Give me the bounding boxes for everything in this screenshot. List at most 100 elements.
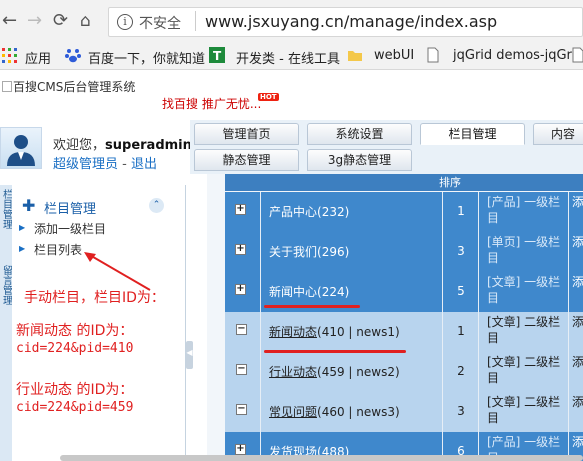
page-icon xyxy=(570,47,583,63)
column-name-link[interactable]: 新闻动态 xyxy=(269,325,317,339)
column-id: (224) xyxy=(317,285,350,299)
column-id: (459 | news2) xyxy=(317,365,400,379)
add-sub-link[interactable]: 添 xyxy=(572,194,583,210)
bookmark-dev-tools[interactable]: 开发类 - 在线工具 xyxy=(236,48,340,67)
type-cell: [文章] 二级栏目 xyxy=(479,352,569,392)
expand-cell: − xyxy=(225,312,261,352)
folder-icon xyxy=(347,47,363,63)
column-name-link[interactable]: 产品中心 xyxy=(269,205,317,219)
url-text[interactable]: www.jsxuyang.cn/manage/index.asp xyxy=(205,12,497,31)
add-sub-link[interactable]: 添 xyxy=(572,354,583,370)
plus-icon: ✚ xyxy=(22,196,36,215)
tab-settings[interactable]: 系统设置 xyxy=(307,123,412,145)
hot-badge: HOT xyxy=(258,93,279,101)
expand-cell: − xyxy=(225,352,261,392)
tool-site-icon: T xyxy=(209,47,225,63)
back-icon[interactable]: ← xyxy=(2,11,17,31)
bookmark-jqgrid[interactable]: jqGrid demos-jqGr xyxy=(453,48,572,63)
action-cell: 添 xyxy=(569,392,583,432)
collapse-icon[interactable]: ⌃ xyxy=(149,198,164,213)
expand-icon[interactable]: + xyxy=(235,444,246,455)
menu-add-column[interactable]: 添加一级栏目 xyxy=(34,220,106,237)
bookmark-baidu[interactable]: 百度一下，你就知道 xyxy=(88,48,205,67)
sort-cell: 5 xyxy=(443,272,479,312)
name-cell: 常见问题(460 | news3) xyxy=(261,392,443,432)
name-cell: 关于我们(296) xyxy=(261,232,443,272)
horizontal-scrollbar[interactable] xyxy=(60,455,583,461)
add-sub-link[interactable]: 添 xyxy=(572,314,583,330)
action-cell: 添 xyxy=(569,192,583,232)
home-icon[interactable]: ⌂ xyxy=(80,11,91,31)
vtab-messages[interactable]: 留言管理 xyxy=(0,265,12,308)
sort-cell: 3 xyxy=(443,232,479,272)
expand-icon[interactable]: + xyxy=(235,244,246,255)
column-name-link[interactable]: 新闻中心 xyxy=(269,285,317,299)
bookmarks-bar: 应用 百度一下，你就知道 T 开发类 - 在线工具 webUI jqGrid d… xyxy=(0,42,583,70)
tab-static[interactable]: 静态管理 xyxy=(194,149,299,171)
column-id: (410 | news1) xyxy=(317,325,400,339)
expand-icon[interactable]: + xyxy=(235,204,246,215)
table-row: − 新闻动态(410 | news1) 1 [文章] 二级栏目添 xyxy=(225,312,583,352)
column-type: [文章] 一级栏目 xyxy=(487,275,561,305)
action-cell: 添 xyxy=(569,352,583,392)
reload-icon[interactable]: ⟳ xyxy=(53,11,68,31)
add-sub-link[interactable]: 添 xyxy=(572,274,583,290)
column-table: 排序 + 产品中心(232) 1 [产品] 一级栏目添 + 关于我们(296) 3 [单页] … xyxy=(225,174,583,461)
top-tabs: 管理首页 系统设置 栏目管理 内容 静态管理 3g静态管理 xyxy=(190,120,583,174)
annotation-news-value: cid=224&pid=410 xyxy=(16,341,134,356)
column-name-link[interactable]: 关于我们 xyxy=(269,245,317,259)
info-icon[interactable]: i xyxy=(117,14,133,30)
column-id: (232) xyxy=(317,205,350,219)
add-sub-link[interactable]: 添 xyxy=(572,234,583,250)
name-cell: 新闻动态(410 | news1) xyxy=(261,312,443,352)
menu-section-title[interactable]: 栏目管理 xyxy=(44,198,96,217)
column-name-link[interactable]: 常见问题 xyxy=(269,405,317,419)
bookmark-webui[interactable]: webUI xyxy=(374,48,414,63)
table-row: − 行业动态(459 | news2) 2 [文章] 二级栏目添 xyxy=(225,352,583,392)
role-link[interactable]: 超级管理员 xyxy=(53,157,118,172)
table-row: + 产品中心(232) 1 [产品] 一级栏目添 xyxy=(225,192,583,232)
tab-home[interactable]: 管理首页 xyxy=(194,123,299,145)
table-row: + 关于我们(296) 3 [单页] 一级栏目添 xyxy=(225,232,583,272)
sort-cell: 1 xyxy=(443,312,479,352)
menu-column-list[interactable]: 栏目列表 xyxy=(34,241,82,258)
sort-value: 5 xyxy=(457,284,465,298)
header-sort: 排序 xyxy=(439,176,461,189)
column-id: (296) xyxy=(317,245,350,259)
table-row: − 常见问题(460 | news3) 3 [文章] 二级栏目添 xyxy=(225,392,583,432)
column-type: [单页] 一级栏目 xyxy=(487,235,561,265)
collapse-icon[interactable]: − xyxy=(236,404,247,415)
add-sub-link[interactable]: 添 xyxy=(572,394,583,410)
column-type: [文章] 二级栏目 xyxy=(487,395,561,425)
type-cell: [文章] 二级栏目 xyxy=(479,312,569,352)
add-sub-link[interactable]: 添 xyxy=(572,434,583,450)
sort-value: 3 xyxy=(457,404,465,418)
promo-link[interactable]: 找百搜 推广无忧... xyxy=(162,95,261,112)
type-cell: [产品] 一级栏目 xyxy=(479,192,569,232)
apps-icon[interactable] xyxy=(2,47,18,63)
name-cell: 行业动态(459 | news2) xyxy=(261,352,443,392)
page-icon xyxy=(425,47,441,63)
arrow-right-icon: ▶ xyxy=(19,244,26,253)
column-type: [文章] 二级栏目 xyxy=(487,355,561,385)
vtab-columns[interactable]: 栏目管理 xyxy=(0,189,12,232)
column-name-link[interactable]: 行业动态 xyxy=(269,365,317,379)
tab-3g-static[interactable]: 3g静态管理 xyxy=(307,149,412,171)
tab-content[interactable]: 内容 xyxy=(533,123,583,145)
annotation-industry-value: cid=224&pid=459 xyxy=(16,400,134,415)
expand-icon[interactable]: + xyxy=(235,284,246,295)
svg-text:T: T xyxy=(213,49,222,63)
expand-cell: + xyxy=(225,272,261,312)
collapse-icon[interactable]: − xyxy=(236,364,247,375)
sort-value: 2 xyxy=(457,364,465,378)
bookmark-apps[interactable]: 应用 xyxy=(25,48,51,67)
annotation-industry-label: 行业动态 的ID为： xyxy=(16,382,134,398)
type-cell: [文章] 二级栏目 xyxy=(479,392,569,432)
forward-icon[interactable]: → xyxy=(27,11,42,31)
address-bar[interactable]: i 不安全 www.jsxuyang.cn/manage/index.asp xyxy=(108,7,583,37)
welcome-text: 欢迎您，superadmin xyxy=(53,138,192,153)
logout-link[interactable]: 退出 xyxy=(131,157,157,172)
collapse-icon[interactable]: − xyxy=(236,324,247,335)
tab-column-management[interactable]: 栏目管理 xyxy=(420,123,525,145)
collapse-left-icon[interactable]: ◀ xyxy=(186,348,193,357)
